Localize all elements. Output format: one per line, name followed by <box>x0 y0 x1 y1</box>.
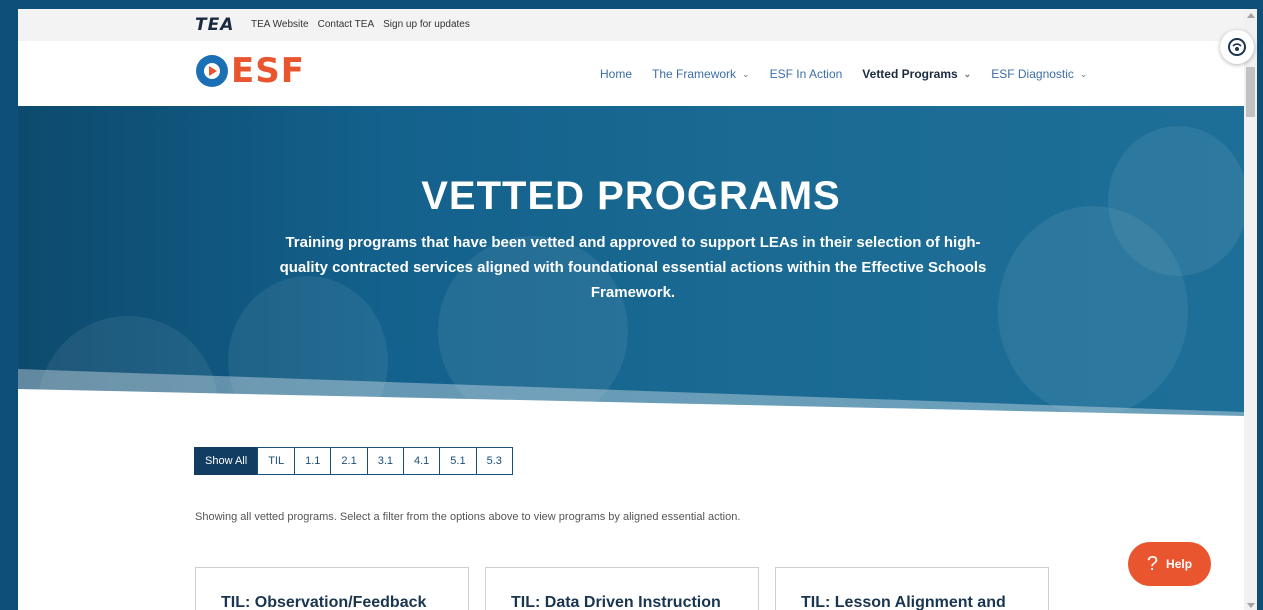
program-card-title: TIL: Lesson Alignment and <box>801 594 1006 610</box>
scroll-down-icon[interactable] <box>1247 603 1255 608</box>
filter-3-1[interactable]: 3.1 <box>366 447 404 475</box>
program-card-title: TIL: Data Driven Instruction <box>511 594 721 610</box>
utility-links: TEA Website Contact TEA Sign up for upda… <box>251 19 470 30</box>
contact-tea-link[interactable]: Contact TEA <box>318 19 375 30</box>
nav-label: The Framework <box>652 67 737 81</box>
filter-1-1[interactable]: 1.1 <box>294 447 332 475</box>
help-button[interactable]: ? Help <box>1128 542 1211 586</box>
esf-logo-mark-icon <box>196 55 228 87</box>
hero-wave-divider <box>18 369 1244 434</box>
help-label: Help <box>1166 557 1193 571</box>
filter-5-3[interactable]: 5.3 <box>475 447 513 475</box>
program-card-title: TIL: Observation/Feedback <box>221 594 427 610</box>
hero-banner: VETTED PROGRAMS Training programs that h… <box>18 106 1244 434</box>
main-nav: Home The Framework ⌄ ESF In Action Vette… <box>600 67 1087 81</box>
program-card[interactable]: TIL: Data Driven Instruction <box>485 567 759 610</box>
nav-item-esf-in-action[interactable]: ESF In Action <box>770 67 843 81</box>
page-subtitle: Training programs that have been vetted … <box>279 234 987 301</box>
utility-bar: TEA TEA Website Contact TEA Sign up for … <box>18 9 1244 41</box>
site-header: ESF Home The Framework ⌄ ESF In Action V… <box>18 41 1244 106</box>
nav-item-vetted-programs[interactable]: Vetted Programs ⌄ <box>862 67 971 81</box>
sign-up-link[interactable]: Sign up for updates <box>383 19 470 30</box>
program-card[interactable]: TIL: Lesson Alignment and <box>775 567 1049 610</box>
filter-button-group: Show All TIL 1.1 2.1 3.1 4.1 5.1 5.3 <box>194 447 513 475</box>
chevron-down-icon: ⌄ <box>742 68 750 79</box>
filter-4-1[interactable]: 4.1 <box>403 447 441 475</box>
question-icon: ? <box>1146 552 1159 575</box>
scrollbar-thumb[interactable] <box>1246 67 1255 117</box>
chevron-down-icon: ⌄ <box>1079 68 1088 79</box>
filter-show-all[interactable]: Show All <box>194 447 259 475</box>
esf-logo-text: ESF <box>231 51 305 91</box>
nav-item-esf-diagnostic[interactable]: ESF Diagnostic ⌄ <box>991 67 1087 81</box>
filter-status-text: Showing all vetted programs. Select a fi… <box>195 511 741 523</box>
chevron-down-icon: ⌄ <box>963 68 972 79</box>
nav-item-the-framework[interactable]: The Framework ⌄ <box>652 67 750 81</box>
tea-website-link[interactable]: TEA Website <box>251 19 309 30</box>
nav-label: Vetted Programs <box>862 67 958 81</box>
scroll-up-icon[interactable] <box>1247 13 1255 18</box>
nav-label: ESF Diagnostic <box>991 67 1074 81</box>
chat-assistant-icon <box>1228 38 1246 56</box>
nav-item-home[interactable]: Home <box>600 67 632 81</box>
browser-viewport: TEA TEA Website Contact TEA Sign up for … <box>18 9 1244 610</box>
page-title: VETTED PROGRAMS <box>421 174 841 218</box>
chat-widget-button[interactable] <box>1220 30 1254 64</box>
esf-logo[interactable]: ESF <box>196 54 305 88</box>
filter-til[interactable]: TIL <box>257 447 296 475</box>
program-card[interactable]: TIL: Observation/Feedback <box>195 567 469 610</box>
filter-5-1[interactable]: 5.1 <box>439 447 477 475</box>
nav-label: Home <box>600 67 633 81</box>
tea-logo[interactable]: TEA <box>195 15 234 35</box>
nav-label: ESF In Action <box>769 67 843 81</box>
filter-2-1[interactable]: 2.1 <box>330 447 368 475</box>
vertical-scrollbar[interactable] <box>1244 9 1257 610</box>
